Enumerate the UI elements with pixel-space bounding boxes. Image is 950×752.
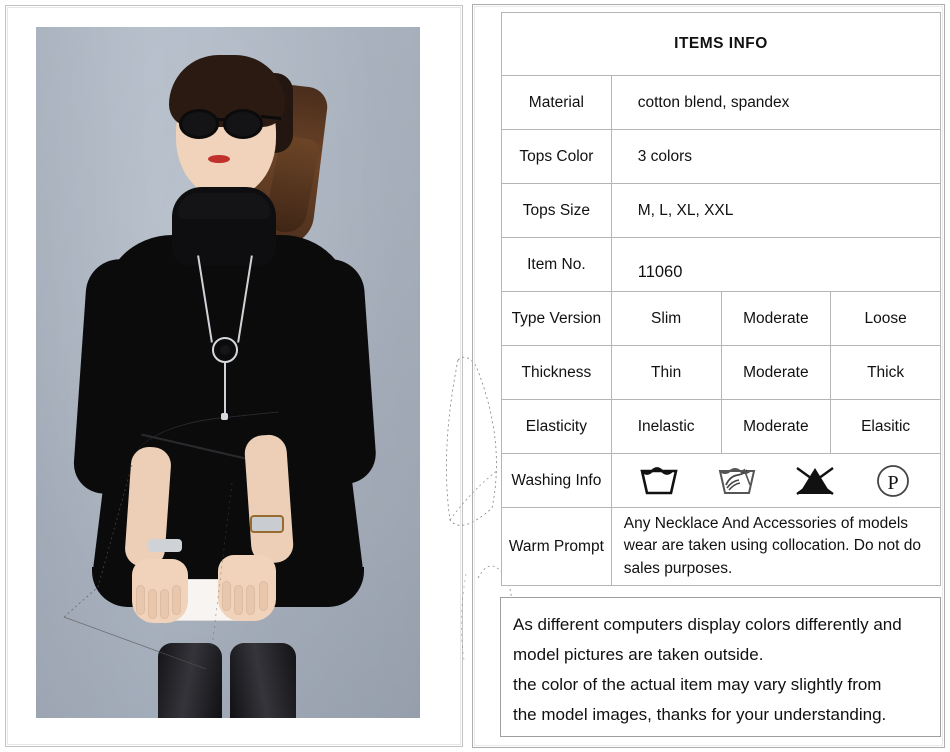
disclaimer-line-4: the model images, thanks for your unders… [513,705,887,724]
washing-icons-cell: P [610,453,942,508]
finger [234,585,243,615]
option-thickness-thick[interactable]: Thick [830,345,941,400]
option-thickness-moderate-selected[interactable]: Moderate [720,345,832,400]
sunglasses-right-lens [223,109,263,139]
do-not-bleach-icon [796,466,834,495]
row-label-thickness: Thickness [501,345,612,400]
row-value-tops-size: M, L, XL, XXL [610,183,942,238]
color-disclaimer-block: As different computers display colors di… [500,597,941,737]
finger [259,581,268,611]
option-elasticity-moderate-selected[interactable]: Moderate [720,399,832,454]
model-right-legging [230,643,296,718]
option-type-version-moderate-selected[interactable]: Moderate [720,291,832,346]
machine-wash-icon [640,466,678,494]
row-value-tops-color: 3 colors [610,129,942,184]
disclaimer-line-2: model pictures are taken outside. [513,645,764,664]
model-lips [208,155,230,163]
table-row-title: ITEMS INFO [501,12,941,76]
product-detail-page: ITEMS INFO Material cotton blend, spande… [0,0,950,752]
row-value-material: cotton blend, spandex [610,75,942,130]
items-info-title: ITEMS INFO [501,12,941,76]
option-elasticity-inelastic[interactable]: Inelastic [610,399,722,454]
finger [160,589,169,619]
table-row-washing-info: Washing Info P [501,453,942,508]
table-row-tops-size: Tops Size M, L, XL, XXL [501,183,942,238]
wristwatch [250,515,284,533]
row-value-warm-prompt: Any Necklace And Accessories of models w… [610,506,942,587]
necklace-drop-end [221,413,228,420]
svg-text:P: P [887,472,898,494]
row-value-item-no: 11060 [637,263,683,281]
disclaimer-line-3: the color of the actual item may vary sl… [513,675,882,694]
table-row-type-version: Type Version Slim Moderate Loose [501,291,941,346]
table-row-warm-prompt: Warm Prompt Any Necklace And Accessories… [501,506,942,587]
option-type-version-slim[interactable]: Slim [610,291,722,346]
row-label-warm-prompt: Warm Prompt [501,506,612,587]
items-info-table: ITEMS INFO Material cotton blend, spande… [501,12,942,587]
option-elasticity-elastic[interactable]: Elasitic [830,399,941,454]
product-photo [36,27,420,718]
model-left-hand [132,559,188,623]
hand-wash-icon [718,467,756,494]
finger [136,585,145,615]
table-row-item-no: Item No. 11060 [501,237,942,292]
row-label-elasticity: Elasticity [501,399,612,454]
row-label-type-version: Type Version [501,291,612,346]
bracelet [148,539,182,552]
finger [172,585,181,615]
dry-clean-p-icon: P [877,464,909,497]
table-row-elasticity: Elasticity Inelastic Moderate Elasitic [501,399,941,454]
disclaimer-line-1: As different computers display colors di… [513,615,902,634]
finger [246,585,255,615]
row-value-item-no-cell: 11060 [610,237,942,292]
row-label-washing-info: Washing Info [501,453,612,508]
necklace-pendant [212,337,238,363]
model-right-hand [218,555,276,621]
garment-turtleneck-collar [172,187,276,265]
model-right-arm [243,433,295,565]
table-row-material: Material cotton blend, spandex [501,75,942,130]
row-label-item-no: Item No. [501,237,612,292]
finger [222,581,231,611]
option-type-version-loose[interactable]: Loose [830,291,941,346]
row-label-material: Material [501,75,612,130]
row-label-tops-size: Tops Size [501,183,612,238]
sunglasses-left-lens [179,109,219,139]
row-label-tops-color: Tops Color [501,129,612,184]
sunglasses-icon [179,109,282,139]
sunglasses-bridge [217,118,227,121]
model-left-legging [158,643,222,718]
finger [148,589,157,619]
table-row-tops-color: Tops Color 3 colors [501,129,942,184]
necklace-drop [224,363,226,415]
table-row-thickness: Thickness Thin Moderate Thick [501,345,941,400]
option-thickness-thin[interactable]: Thin [610,345,722,400]
